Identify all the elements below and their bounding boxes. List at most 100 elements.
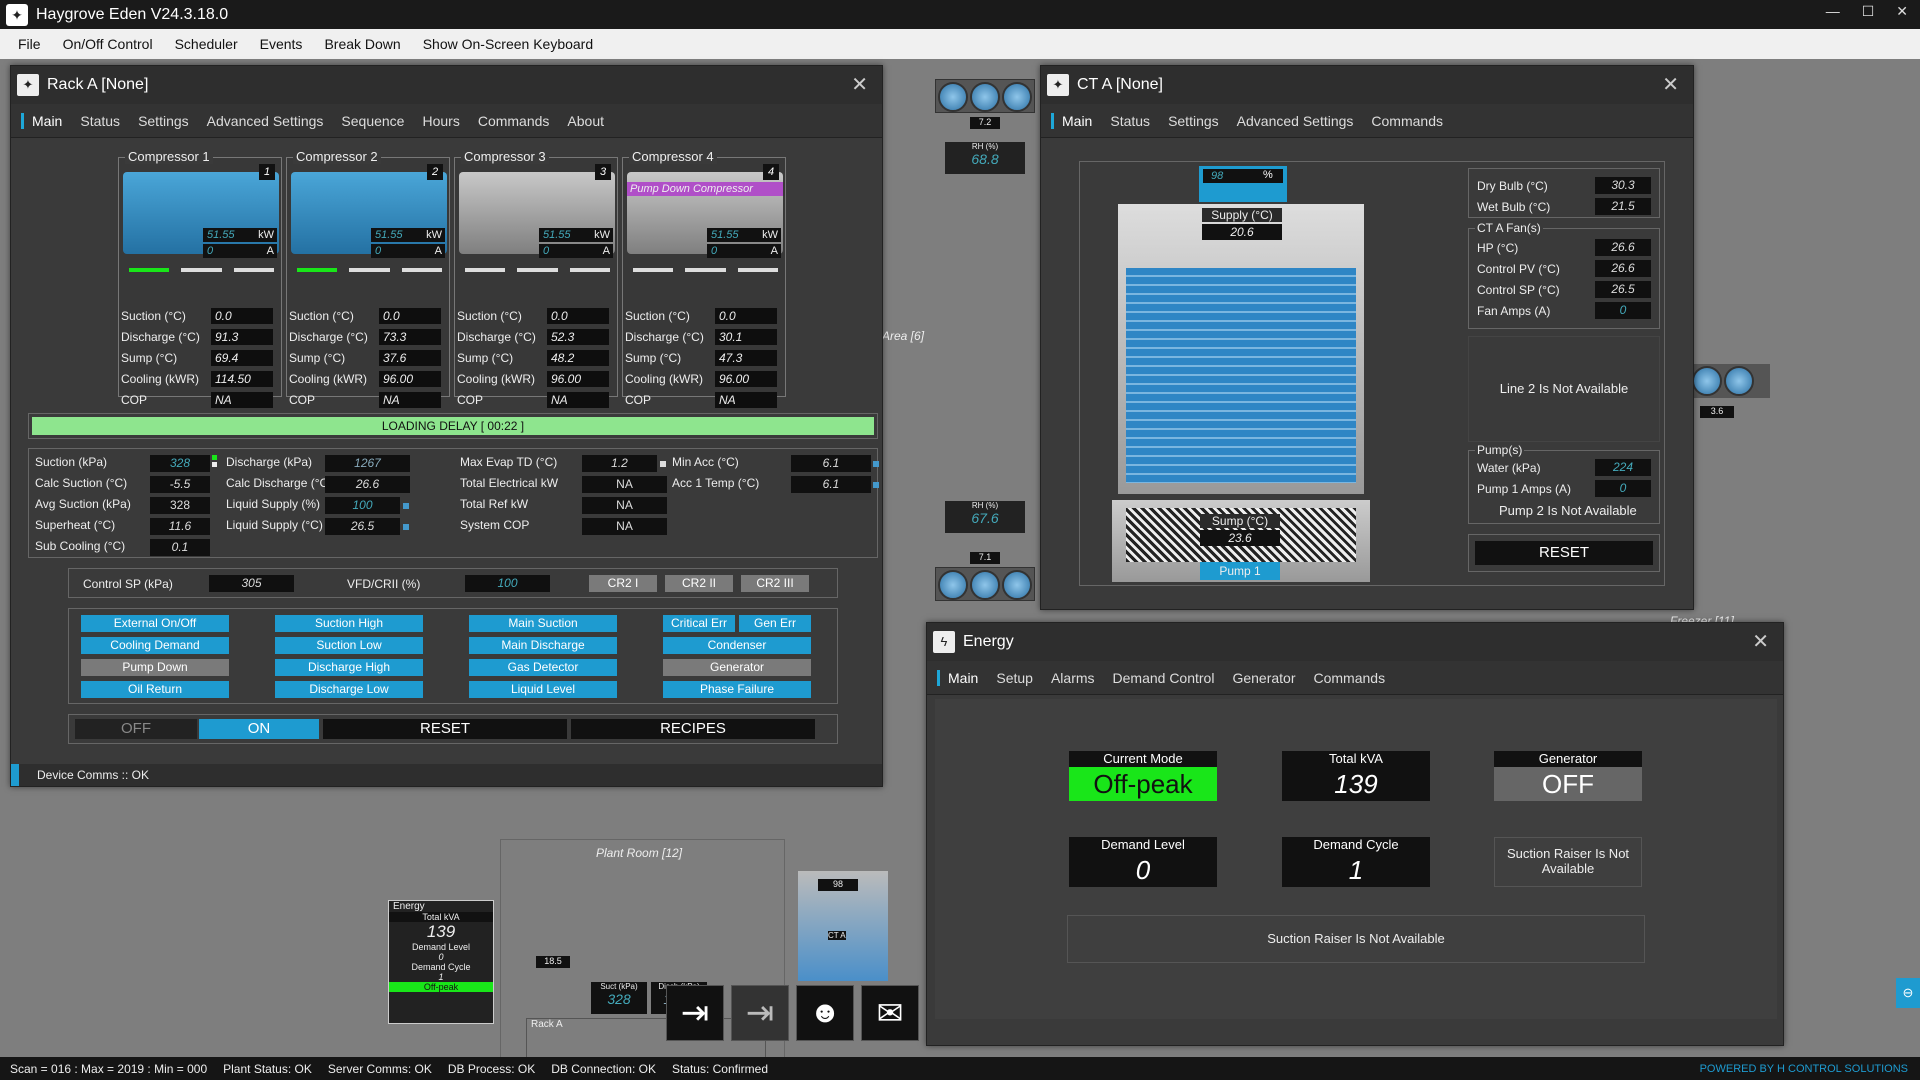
tab-commands[interactable]: Commands — [478, 113, 550, 129]
mini-energy[interactable]: Energy Total kVA 139 Demand Level 0 Dema… — [388, 900, 494, 1024]
discharge-low-button[interactable]: Discharge Low — [275, 681, 423, 698]
liquid-level-button[interactable]: Liquid Level — [469, 681, 617, 698]
cr2-ii-button[interactable]: CR2 II — [665, 575, 733, 592]
tab-advanced-settings[interactable]: Advanced Settings — [1237, 113, 1354, 129]
fan-icon — [1724, 366, 1754, 396]
phase-failure-button[interactable]: Phase Failure — [663, 681, 811, 698]
close-icon[interactable]: ✕ — [1752, 629, 1769, 654]
tab-main[interactable]: Main — [1051, 112, 1092, 129]
tab-setup[interactable]: Setup — [996, 670, 1033, 686]
tab-alarms[interactable]: Alarms — [1051, 670, 1095, 686]
off-button[interactable]: OFF — [75, 719, 197, 739]
compressor-suction-value: 0.0 — [211, 308, 273, 324]
close-icon[interactable]: ✕ — [851, 72, 868, 97]
side-tab-icon[interactable]: ⊖ — [1896, 978, 1920, 1008]
generator-value: OFF — [1494, 767, 1642, 801]
login-icon[interactable]: ⇥ — [666, 985, 724, 1041]
control-sp-value[interactable]: 26.5 — [1595, 281, 1651, 298]
gen-err-button[interactable]: Gen Err — [739, 615, 811, 632]
indicator — [403, 503, 409, 509]
compressor-row-label: Discharge (°C) — [625, 330, 704, 344]
rh-value: 68.8 — [971, 151, 999, 167]
compressor-card[interactable]: Compressor 4 4 Pump Down Compressor 51.5… — [622, 149, 786, 408]
close-icon[interactable]: ✕ — [1662, 72, 1679, 97]
compressor-card[interactable]: Compressor 3 3 51.55 kW 0A Suction (°C) 0… — [454, 149, 618, 408]
mail-icon[interactable]: ✉ — [861, 985, 919, 1041]
tab-settings[interactable]: Settings — [1168, 113, 1219, 129]
cr2-i-button[interactable]: CR2 I — [589, 575, 657, 592]
tab-settings[interactable]: Settings — [138, 113, 189, 129]
mini-ct[interactable]: 98 CT A — [798, 871, 888, 981]
external-onoff-button[interactable]: External On/Off — [81, 615, 229, 632]
area-label[interactable]: Area [6] — [882, 329, 924, 343]
compressor-cop-value: NA — [547, 392, 609, 408]
menu-events[interactable]: Events — [260, 36, 303, 52]
menu-onscreen-keyboard[interactable]: Show On-Screen Keyboard — [423, 36, 593, 52]
discharge-kpa-value: 1267 — [325, 455, 410, 472]
suction-high-button[interactable]: Suction High — [275, 615, 423, 632]
tab-commands[interactable]: Commands — [1371, 113, 1443, 129]
reset-button[interactable]: RESET — [323, 719, 567, 739]
compressor-card[interactable]: Compressor 2 2 51.55 kW 0A Suction (°C) 0… — [286, 149, 450, 408]
condenser-button[interactable]: Condenser — [663, 637, 811, 654]
menu-break-down[interactable]: Break Down — [324, 36, 400, 52]
tab-advanced-settings[interactable]: Advanced Settings — [207, 113, 324, 129]
discharge-high-button[interactable]: Discharge High — [275, 659, 423, 676]
compressor-row: Discharge (°C) 91.3 — [121, 329, 279, 346]
close-icon[interactable]: ✕ — [1896, 3, 1908, 20]
generator-button[interactable]: Generator — [663, 659, 811, 676]
user-settings-icon[interactable]: ☻ — [796, 985, 854, 1041]
tab-hours[interactable]: Hours — [422, 113, 459, 129]
on-button[interactable]: ON — [199, 719, 319, 739]
mini-energy-kva: 139 — [426, 922, 456, 941]
compressor-name: Compressor 1 — [125, 149, 213, 164]
minimize-icon[interactable]: — — [1826, 3, 1840, 20]
tab-sequence[interactable]: Sequence — [341, 113, 404, 129]
max-evap-value: 1.2 — [582, 455, 657, 472]
pump1-amps-value: 0 — [1595, 480, 1651, 497]
cr2-iii-button[interactable]: CR2 III — [741, 575, 809, 592]
critical-err-button[interactable]: Critical Err — [663, 615, 735, 632]
menu-file[interactable]: File — [18, 36, 41, 52]
menu-scheduler[interactable]: Scheduler — [175, 36, 238, 52]
mini-rack[interactable]: Rack A — [526, 1018, 766, 1060]
main-suction-button[interactable]: Main Suction — [469, 615, 617, 632]
stage-bar — [129, 268, 170, 272]
menu-onoff-control[interactable]: On/Off Control — [63, 36, 153, 52]
recipes-button[interactable]: RECIPES — [571, 719, 815, 739]
compressor-amps: 0A — [539, 244, 613, 258]
suction-low-button[interactable]: Suction Low — [275, 637, 423, 654]
tab-commands[interactable]: Commands — [1314, 670, 1386, 686]
logout-icon[interactable]: ⇥ — [731, 985, 789, 1041]
pump-1-button[interactable]: Pump 1 — [1200, 562, 1280, 580]
confirm-status: Status: Confirmed — [671, 1061, 768, 1076]
tab-generator[interactable]: Generator — [1232, 670, 1295, 686]
tab-main[interactable]: Main — [937, 669, 978, 686]
tab-main[interactable]: Main — [21, 112, 62, 129]
demand-cycle: Demand Cycle 1 — [1282, 837, 1430, 887]
compressor-row-label: Discharge (°C) — [457, 330, 536, 344]
control-sp-value[interactable]: 305 — [209, 575, 294, 592]
compressor-row-label: COP — [625, 393, 652, 407]
maximize-icon[interactable]: ☐ — [1862, 3, 1875, 20]
pump-down-button[interactable]: Pump Down — [81, 659, 229, 676]
mini-energy-title: Energy — [393, 901, 425, 912]
ct-fan-icon[interactable]: 98 % — [1199, 166, 1287, 202]
main-discharge-button[interactable]: Main Discharge — [469, 637, 617, 654]
ct-reset-button[interactable]: RESET — [1475, 541, 1653, 565]
gas-detector-button[interactable]: Gas Detector — [469, 659, 617, 676]
compressor-row-label: Sump (°C) — [121, 351, 178, 365]
vfd-value[interactable]: 100 — [465, 575, 550, 592]
cooling-demand-button[interactable]: Cooling Demand — [81, 637, 229, 654]
compressor-card[interactable]: Compressor 1 1 51.55 kW 0A Suction (°C) 0… — [118, 149, 282, 408]
compressor-cooling-value: 114.50 — [211, 371, 273, 387]
oil-return-button[interactable]: Oil Return — [81, 681, 229, 698]
kw-unit: kW — [594, 229, 610, 241]
tab-status[interactable]: Status — [80, 113, 120, 129]
compressor-number: 2 — [427, 164, 443, 180]
stage-bar — [517, 268, 558, 272]
tab-status[interactable]: Status — [1110, 113, 1150, 129]
control-sp-label: Control SP (kPa) — [83, 577, 173, 591]
tab-about[interactable]: About — [567, 113, 604, 129]
tab-demand-control[interactable]: Demand Control — [1113, 670, 1215, 686]
